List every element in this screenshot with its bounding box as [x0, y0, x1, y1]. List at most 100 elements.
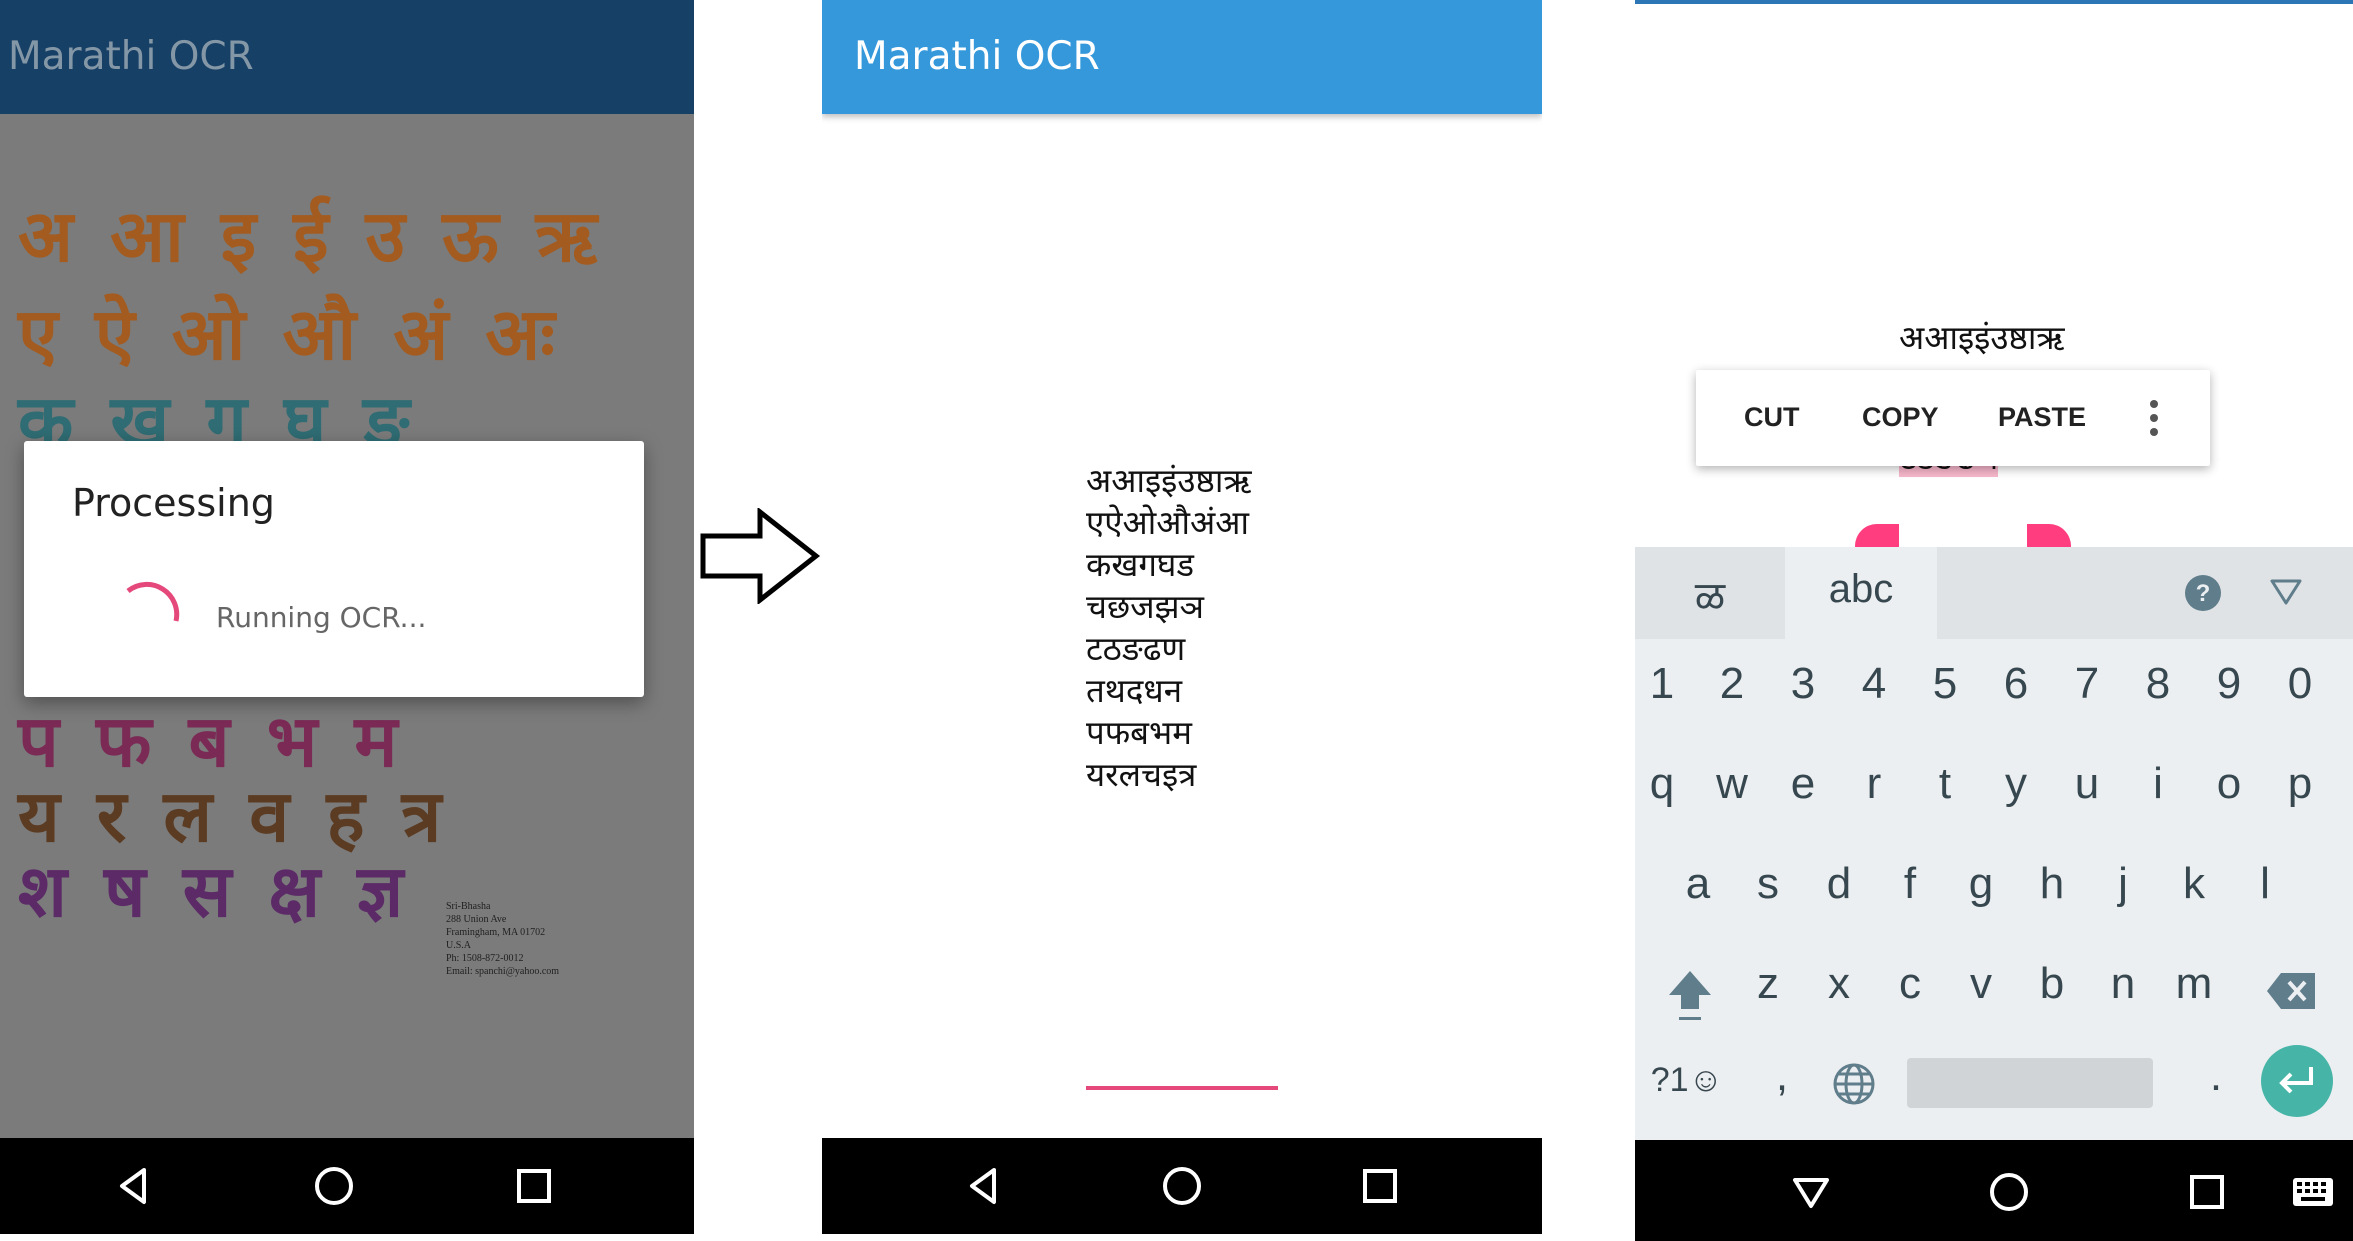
- key-v[interactable]: v: [1946, 959, 2016, 1009]
- help-icon[interactable]: ?: [2183, 573, 2223, 613]
- key-1[interactable]: 1: [1635, 659, 1697, 709]
- key-p[interactable]: p: [2265, 759, 2335, 809]
- enter-key[interactable]: [2261, 1045, 2333, 1117]
- period-key[interactable]: .: [2181, 1051, 2251, 1101]
- space-bar[interactable]: [1907, 1058, 2153, 1108]
- key-c[interactable]: c: [1875, 959, 1945, 1009]
- vowel-row-2: ए ऐ ओ औ अं अः: [18, 292, 561, 376]
- ocr-line: यरलचइत्र: [1086, 755, 1197, 794]
- result-screen: Marathi OCR अआइइंउष्ठाऋ एऐओऔअंआ कखगघड चछ…: [822, 0, 1542, 1234]
- key-6[interactable]: 6: [1981, 659, 2051, 709]
- key-r[interactable]: r: [1839, 759, 1909, 809]
- text-field-underline: [1086, 1086, 1278, 1090]
- home-icon[interactable]: [312, 1164, 356, 1208]
- key-w[interactable]: w: [1697, 759, 1767, 809]
- key-b[interactable]: b: [2017, 959, 2087, 1009]
- globe-icon[interactable]: [1831, 1061, 1877, 1107]
- key-5[interactable]: 5: [1910, 659, 1980, 709]
- key-7[interactable]: 7: [2052, 659, 2122, 709]
- keyboard-switch-icon[interactable]: [2291, 1176, 2335, 1208]
- nav-bar: [822, 1138, 1542, 1234]
- recents-icon[interactable]: [512, 1164, 556, 1208]
- address-line: U.S.A: [446, 940, 472, 951]
- ocr-line: एऐओऔअंआ: [1086, 503, 1249, 542]
- processing-screen: Marathi OCR अ आ इ ई उ ऊ ऋ ए ऐ ओ औ अं अः …: [0, 0, 694, 1234]
- copy-button[interactable]: COPY: [1862, 402, 1939, 433]
- dialog-message: Running OCR...: [216, 601, 427, 634]
- enter-icon: [2279, 1067, 2313, 1094]
- key-l[interactable]: l: [2230, 859, 2300, 909]
- ocr-line: अआइइंउष्ठाऋ: [1899, 318, 2065, 357]
- hide-keyboard-icon[interactable]: [2269, 577, 2303, 607]
- dialog-title: Processing: [72, 481, 275, 525]
- ocr-result-text[interactable]: अआइइंउष्ठाऋ एऐओऔअंआ कखगघड चछजझञ टठङढण तथ…: [1086, 460, 1252, 796]
- ocr-line: अआइइंउष्ठाऋ: [1086, 461, 1252, 500]
- address-line: Email: spanchi@yahoo.com: [446, 966, 560, 977]
- arrow-right-icon: [700, 508, 821, 604]
- abc-layout-tab[interactable]: abc: [1826, 567, 1896, 612]
- recents-icon[interactable]: [2185, 1170, 2229, 1214]
- key-t[interactable]: t: [1910, 759, 1980, 809]
- key-a[interactable]: a: [1663, 859, 1733, 909]
- key-n[interactable]: n: [2088, 959, 2158, 1009]
- key-m[interactable]: m: [2159, 959, 2229, 1009]
- key-x[interactable]: x: [1804, 959, 1874, 1009]
- backspace-icon[interactable]: [2265, 969, 2319, 1013]
- back-icon[interactable]: [112, 1164, 156, 1208]
- nav-bar: [1635, 1140, 2353, 1241]
- marathi-layout-tab[interactable]: ळ: [1675, 567, 1745, 622]
- key-3[interactable]: 3: [1768, 659, 1838, 709]
- address-block: Sri-Bhasha 288 Union Ave Framingham, MA …: [446, 900, 559, 978]
- more-options-icon[interactable]: [2146, 398, 2162, 438]
- key-i[interactable]: i: [2123, 759, 2193, 809]
- app-title: Marathi OCR: [854, 34, 1100, 79]
- app-bar: Marathi OCR: [0, 0, 694, 114]
- address-line: 288 Union Ave: [446, 914, 507, 925]
- symbols-key[interactable]: ?1☺: [1647, 1061, 1727, 1100]
- loading-spinner-icon: [126, 581, 180, 622]
- key-g[interactable]: g: [1946, 859, 2016, 909]
- consonant-row-8: श ष स क्ष ज्ञ: [18, 849, 410, 933]
- key-z[interactable]: z: [1733, 959, 1803, 1009]
- ocr-line: टठङढण: [1086, 629, 1186, 668]
- nav-bar: [0, 1138, 694, 1234]
- key-4[interactable]: 4: [1839, 659, 1909, 709]
- cut-button[interactable]: CUT: [1744, 402, 1800, 433]
- help-icon-glyph: ?: [2196, 580, 2211, 607]
- ocr-line: पफबभम: [1086, 713, 1192, 752]
- key-e[interactable]: e: [1768, 759, 1838, 809]
- shift-icon[interactable]: [1665, 967, 1715, 1025]
- key-k[interactable]: k: [2159, 859, 2229, 909]
- processing-dialog: Processing Running OCR...: [24, 441, 644, 697]
- key-2[interactable]: 2: [1697, 659, 1767, 709]
- key-h[interactable]: h: [2017, 859, 2087, 909]
- text-context-menu: CUT COPY PASTE: [1696, 370, 2210, 466]
- key-j[interactable]: j: [2088, 859, 2158, 909]
- key-o[interactable]: o: [2194, 759, 2264, 809]
- text-selection-screen: अआइइंउष्ठाऋ टठङढण CUT COPY PASTE ळ abc ?…: [1635, 0, 2353, 1241]
- home-icon[interactable]: [1160, 1164, 1204, 1208]
- recents-icon[interactable]: [1358, 1164, 1402, 1208]
- home-icon[interactable]: [1987, 1170, 2031, 1214]
- address-line: Sri-Bhasha: [446, 901, 491, 912]
- key-y[interactable]: y: [1981, 759, 2051, 809]
- hide-keyboard-back-icon[interactable]: [1789, 1170, 1833, 1214]
- key-9[interactable]: 9: [2194, 659, 2264, 709]
- key-d[interactable]: d: [1804, 859, 1874, 909]
- comma-key[interactable]: ,: [1747, 1051, 1817, 1101]
- ocr-line: तथदधन: [1086, 671, 1183, 710]
- keyboard: ळ abc ? 1 2 3 4 5 6 7 8 9 0 q w e r t y …: [1635, 547, 2353, 1140]
- key-8[interactable]: 8: [2123, 659, 2193, 709]
- key-0[interactable]: 0: [2265, 659, 2335, 709]
- key-u[interactable]: u: [2052, 759, 2122, 809]
- key-s[interactable]: s: [1733, 859, 1803, 909]
- back-icon[interactable]: [962, 1164, 1006, 1208]
- key-f[interactable]: f: [1875, 859, 1945, 909]
- vowel-row-1: अ आ इ ई उ ऊ ऋ: [18, 194, 604, 278]
- address-line: Framingham, MA 01702: [446, 927, 546, 938]
- ocr-line: चछजझञ: [1086, 587, 1205, 626]
- key-q[interactable]: q: [1635, 759, 1697, 809]
- app-bar: Marathi OCR: [822, 0, 1542, 114]
- paste-button[interactable]: PASTE: [1998, 402, 2086, 433]
- address-line: Ph: 1508-872-0012: [446, 953, 524, 964]
